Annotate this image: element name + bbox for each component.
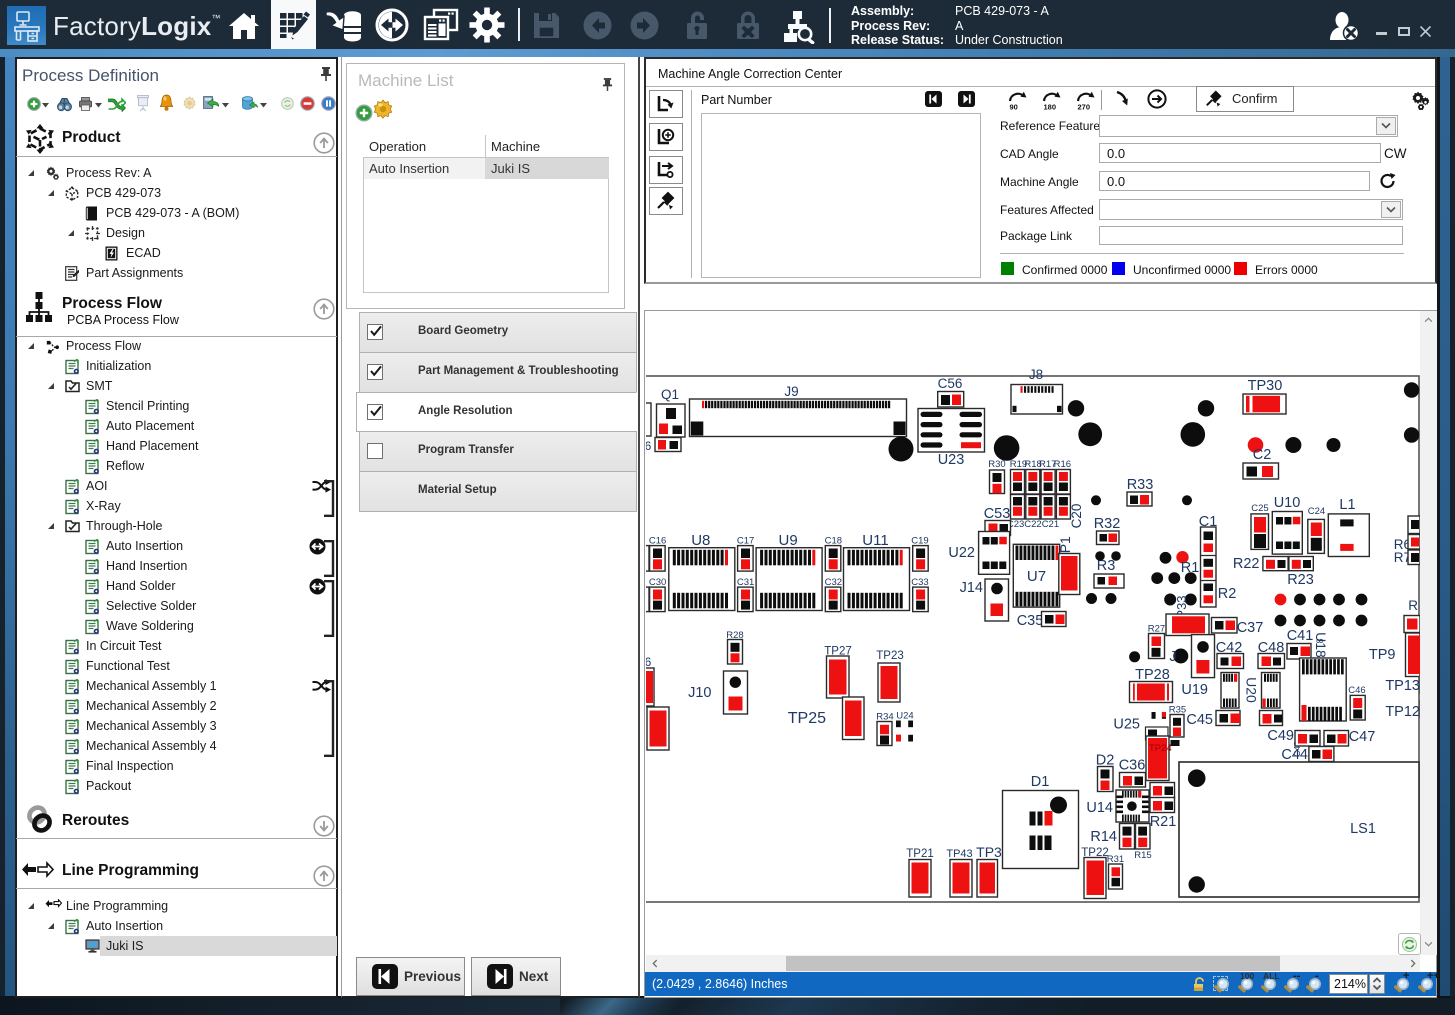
svg-text:R1: R1 (1181, 560, 1200, 576)
svg-text:R: R (1408, 598, 1418, 613)
svg-text:TP21: TP21 (906, 848, 934, 860)
svg-text:U11: U11 (862, 532, 888, 549)
svg-text:TP24: TP24 (1149, 743, 1172, 754)
svg-text:J8: J8 (1029, 367, 1043, 382)
svg-text:R21: R21 (1150, 814, 1177, 830)
svg-text:C44: C44 (1281, 747, 1308, 763)
svg-text:C32: C32 (825, 577, 842, 588)
svg-text:J14: J14 (960, 580, 983, 596)
svg-text:L1: L1 (1339, 497, 1355, 513)
svg-text:90: 90 (1010, 103, 1018, 112)
svg-text:U14: U14 (1086, 800, 1113, 816)
svg-text:C30: C30 (649, 577, 666, 588)
svg-text:180: 180 (1044, 103, 1057, 112)
svg-text:TP25: TP25 (788, 710, 826, 727)
svg-text:U23: U23 (938, 452, 965, 468)
svg-text:TP12: TP12 (1385, 704, 1420, 720)
svg-text:C25: C25 (1251, 503, 1268, 514)
svg-text:U25: U25 (1113, 717, 1140, 733)
svg-text:C35: C35 (1017, 613, 1044, 629)
svg-text:Q1: Q1 (661, 387, 679, 402)
svg-text:C56: C56 (938, 376, 963, 391)
svg-text:C24: C24 (1308, 506, 1325, 517)
svg-text:C19: C19 (911, 536, 928, 547)
svg-text:6: 6 (646, 655, 652, 669)
svg-text:C36: C36 (1119, 758, 1146, 774)
svg-text:J9: J9 (784, 384, 798, 399)
svg-text:C47: C47 (1349, 729, 1376, 745)
svg-text:R15: R15 (1134, 850, 1151, 861)
svg-text:R33: R33 (1127, 477, 1154, 493)
svg-text:R30: R30 (988, 459, 1005, 470)
svg-text:U18: U18 (1313, 632, 1329, 658)
svg-text:C2: C2 (1253, 447, 1272, 463)
svg-text:R14: R14 (1090, 829, 1117, 845)
svg-text:D1: D1 (1031, 774, 1050, 790)
svg-text:6: 6 (646, 439, 652, 453)
svg-text:270: 270 (1078, 103, 1091, 112)
svg-text:R23: R23 (1287, 572, 1314, 588)
svg-text:TP9: TP9 (1369, 647, 1396, 663)
svg-text:U8: U8 (691, 532, 710, 549)
svg-text:R2: R2 (1218, 586, 1237, 602)
svg-text:U24: U24 (896, 711, 913, 722)
svg-text:TP28: TP28 (1135, 667, 1170, 683)
svg-text:TP13: TP13 (1385, 678, 1420, 694)
svg-text:C31: C31 (737, 577, 754, 588)
svg-text:J: J (1169, 649, 1176, 665)
svg-text:TP3: TP3 (976, 844, 1002, 860)
svg-text:C53: C53 (984, 506, 1011, 522)
svg-text:C41: C41 (1287, 628, 1314, 644)
svg-text:U19: U19 (1181, 682, 1208, 698)
svg-text:U9: U9 (779, 532, 798, 549)
svg-text:TP30: TP30 (1248, 378, 1283, 394)
svg-text:C45: C45 (1186, 712, 1213, 728)
svg-text:C33: C33 (911, 577, 928, 588)
svg-text:R22: R22 (1233, 556, 1260, 572)
svg-text:TP23: TP23 (876, 650, 904, 662)
svg-text:U7: U7 (1027, 568, 1046, 585)
svg-text:C20: C20 (1069, 504, 1084, 529)
svg-text:C23C22C21: C23C22C21 (1007, 519, 1059, 530)
svg-text:LS1: LS1 (1350, 821, 1376, 837)
svg-text:C16: C16 (649, 536, 666, 547)
svg-text:C17: C17 (737, 536, 754, 547)
svg-text:C37: C37 (1237, 620, 1264, 636)
svg-text:R16: R16 (1054, 459, 1071, 470)
svg-text:R32: R32 (1094, 516, 1121, 532)
svg-text:C49: C49 (1267, 728, 1294, 744)
svg-text:C18: C18 (825, 536, 842, 547)
svg-text:U10: U10 (1274, 495, 1301, 511)
svg-text:U22: U22 (948, 545, 975, 561)
svg-text:C46: C46 (1348, 685, 1365, 696)
svg-text:U20: U20 (1244, 677, 1260, 703)
svg-text:TP43: TP43 (946, 848, 972, 860)
svg-text:J10: J10 (688, 685, 711, 701)
